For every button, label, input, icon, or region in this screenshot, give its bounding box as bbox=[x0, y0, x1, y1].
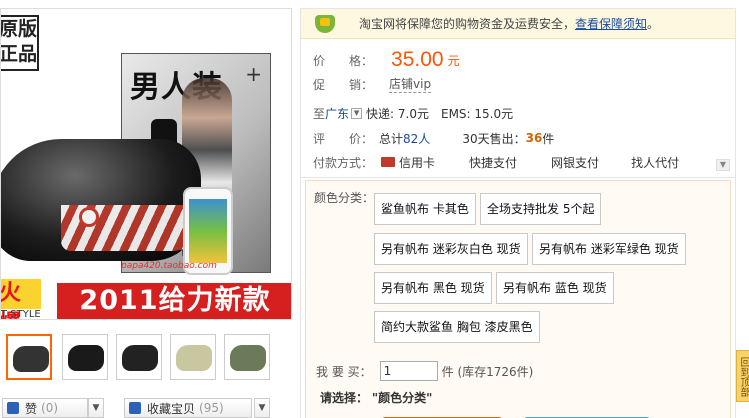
sku-option-4[interactable]: 另有帆布 迷彩军绿色 现货 bbox=[532, 233, 686, 265]
favorite-button[interactable]: 收藏宝贝 (95) bbox=[124, 398, 252, 418]
notice-message: 淘宝网将保障您的购物资金及运费安全， bbox=[359, 17, 576, 31]
sold-count: 36 bbox=[525, 131, 543, 145]
sku-label: 颜色分类： bbox=[314, 191, 375, 205]
shipping-to-label: 至 bbox=[313, 106, 326, 121]
promo-banner: 火爆 2011给力新款 T STYLE bbox=[1, 279, 291, 320]
pay-online-bank[interactable]: 网银支付 bbox=[551, 154, 599, 171]
like-dropdown-icon[interactable]: ▼ bbox=[88, 398, 104, 418]
thumbnail-3[interactable] bbox=[116, 334, 162, 380]
notice-text: 淘宝网将保障您的购物资金及运费安全，查看保障须知。 bbox=[359, 15, 659, 32]
pay-quick[interactable]: 快捷支付 bbox=[469, 154, 517, 171]
product-info-panel: 淘宝网将保障您的购物资金及运费安全，查看保障须知。 价 格： 35.00 元 促… bbox=[300, 8, 736, 418]
main-product-image[interactable]: 原版 正品 男人装 + papa420.taobao.com 火爆 2011给力… bbox=[0, 8, 292, 320]
thumbnail-image bbox=[122, 345, 158, 371]
thumbnail-image bbox=[176, 345, 212, 371]
price-unit: 元 bbox=[447, 53, 460, 68]
credit-card-icon bbox=[381, 157, 396, 167]
like-label: 赞 bbox=[25, 401, 38, 416]
stamp-line-1: 原版 bbox=[0, 18, 38, 40]
guarantee-link[interactable]: 查看保障须知 bbox=[575, 17, 647, 31]
thumbnail-1[interactable] bbox=[6, 334, 52, 380]
security-notice: 淘宝网将保障您的购物资金及运费安全，查看保障须知。 bbox=[301, 9, 735, 39]
favorite-icon bbox=[129, 402, 141, 414]
pay-option-label: 找人代付 bbox=[631, 155, 680, 170]
product-gallery: 原版 正品 男人装 + papa420.taobao.com 火爆 2011给力… bbox=[0, 0, 292, 418]
quantity-input[interactable] bbox=[379, 361, 438, 381]
payment-row: 付款方式： 信用卡 快捷支付 网银支付 找人代付 bbox=[313, 151, 679, 173]
shop-watermark: papa420.taobao.com bbox=[121, 261, 217, 271]
promo-row: 促 销： 店铺vip bbox=[313, 73, 432, 95]
phone-screen bbox=[189, 199, 227, 263]
pay-proxy[interactable]: 找人代付 bbox=[631, 154, 679, 171]
price-label: 价 格： bbox=[313, 53, 374, 68]
selection-prompt-value: "颜色分类" bbox=[371, 391, 433, 405]
pay-credit-card[interactable]: 信用卡 bbox=[381, 154, 435, 171]
back-to-top-tab[interactable]: 回到顶部 bbox=[736, 350, 749, 402]
quantity-row: 我 要 买： 件 (库存1726件) bbox=[316, 361, 533, 381]
selection-prompt: 请选择： "颜色分类" bbox=[320, 389, 432, 406]
favorite-count: (95) bbox=[199, 401, 224, 415]
thumbnail-image bbox=[68, 345, 104, 371]
thumbnail-strip bbox=[0, 334, 292, 382]
express-fee: 快递: 7.0元 bbox=[366, 106, 429, 121]
stock-info: 件 (库存1726件) bbox=[441, 364, 534, 379]
banner-subtitle: T STYLE bbox=[1, 309, 41, 320]
shipping-row: 至 广东 ▼ 快递: 7.0元 EMS: 15.0元 bbox=[313, 102, 513, 124]
like-button[interactable]: 赞 (0) bbox=[2, 398, 88, 418]
authentic-stamp: 原版 正品 bbox=[0, 15, 39, 71]
rating-label: 评 价： bbox=[313, 131, 374, 146]
quantity-label: 我 要 买： bbox=[316, 364, 372, 379]
notice-tail: 。 bbox=[647, 17, 660, 31]
rating-total-prefix: 总计 bbox=[379, 131, 404, 146]
thumbnail-image bbox=[230, 345, 266, 371]
favorite-dropdown-icon[interactable]: ▼ bbox=[254, 398, 270, 418]
sku-option-5[interactable]: 另有帆布 黑色 现货 bbox=[374, 272, 492, 304]
magazine-plus-mark: + bbox=[245, 62, 262, 86]
destination-dropdown-icon[interactable]: ▼ bbox=[351, 107, 363, 119]
thumbnail-image bbox=[13, 346, 49, 372]
payment-more-icon[interactable]: ▼ bbox=[716, 159, 730, 171]
sku-option-7[interactable]: 简约大款鲨鱼 胸包 漆皮黑色 bbox=[374, 311, 540, 343]
pay-option-label: 网银支付 bbox=[551, 155, 600, 170]
price-row: 价 格： 35.00 元 bbox=[313, 48, 460, 71]
rating-row: 评 价： 总计 82人 30天售出： 36 件 bbox=[313, 127, 554, 149]
stamp-line-2: 正品 bbox=[0, 43, 38, 65]
gallery-action-bar: 赞 (0) ▼ 收藏宝贝 (95) ▼ bbox=[0, 398, 292, 418]
shark-eye bbox=[79, 207, 99, 227]
banner-headline: 2011给力新款 bbox=[57, 283, 291, 319]
thumbnail-5[interactable] bbox=[224, 334, 270, 380]
shield-icon bbox=[315, 14, 335, 33]
destination-select[interactable]: 广东 bbox=[325, 105, 349, 122]
pay-option-label: 信用卡 bbox=[399, 155, 436, 170]
sku-selector: 颜色分类： 鲨鱼帆布 卡其色 全场支持批发 5个起 另有帆布 迷彩灰白色 现货 … bbox=[305, 180, 731, 418]
sku-option-1[interactable]: 鲨鱼帆布 卡其色 bbox=[374, 193, 476, 225]
hot-burst: 火爆 bbox=[1, 279, 41, 319]
promo-vip[interactable]: 店铺vip bbox=[389, 75, 432, 93]
sold-suffix: 件 bbox=[542, 131, 555, 146]
favorite-label: 收藏宝贝 bbox=[147, 401, 196, 416]
section-divider bbox=[301, 177, 735, 178]
thumbnail-2[interactable] bbox=[62, 334, 108, 380]
promo-label: 促 销： bbox=[313, 77, 374, 92]
price-value: 35.00 bbox=[391, 48, 444, 71]
thumbnail-4[interactable] bbox=[170, 334, 216, 380]
sku-option-6[interactable]: 另有帆布 蓝色 现货 bbox=[496, 272, 614, 304]
pay-option-label: 快捷支付 bbox=[469, 155, 518, 170]
sold-prefix: 30天售出： bbox=[462, 131, 526, 146]
like-count: (0) bbox=[41, 401, 59, 415]
ems-fee: EMS: 15.0元 bbox=[440, 106, 514, 121]
thumbs-up-icon bbox=[7, 402, 19, 414]
selection-prompt-label: 请选择： bbox=[320, 391, 369, 405]
sku-option-2[interactable]: 全场支持批发 5个起 bbox=[480, 193, 602, 225]
sku-option-3[interactable]: 另有帆布 迷彩灰白色 现货 bbox=[374, 233, 528, 265]
payment-label: 付款方式： bbox=[313, 155, 374, 170]
rating-total-link[interactable]: 82人 bbox=[403, 130, 430, 147]
